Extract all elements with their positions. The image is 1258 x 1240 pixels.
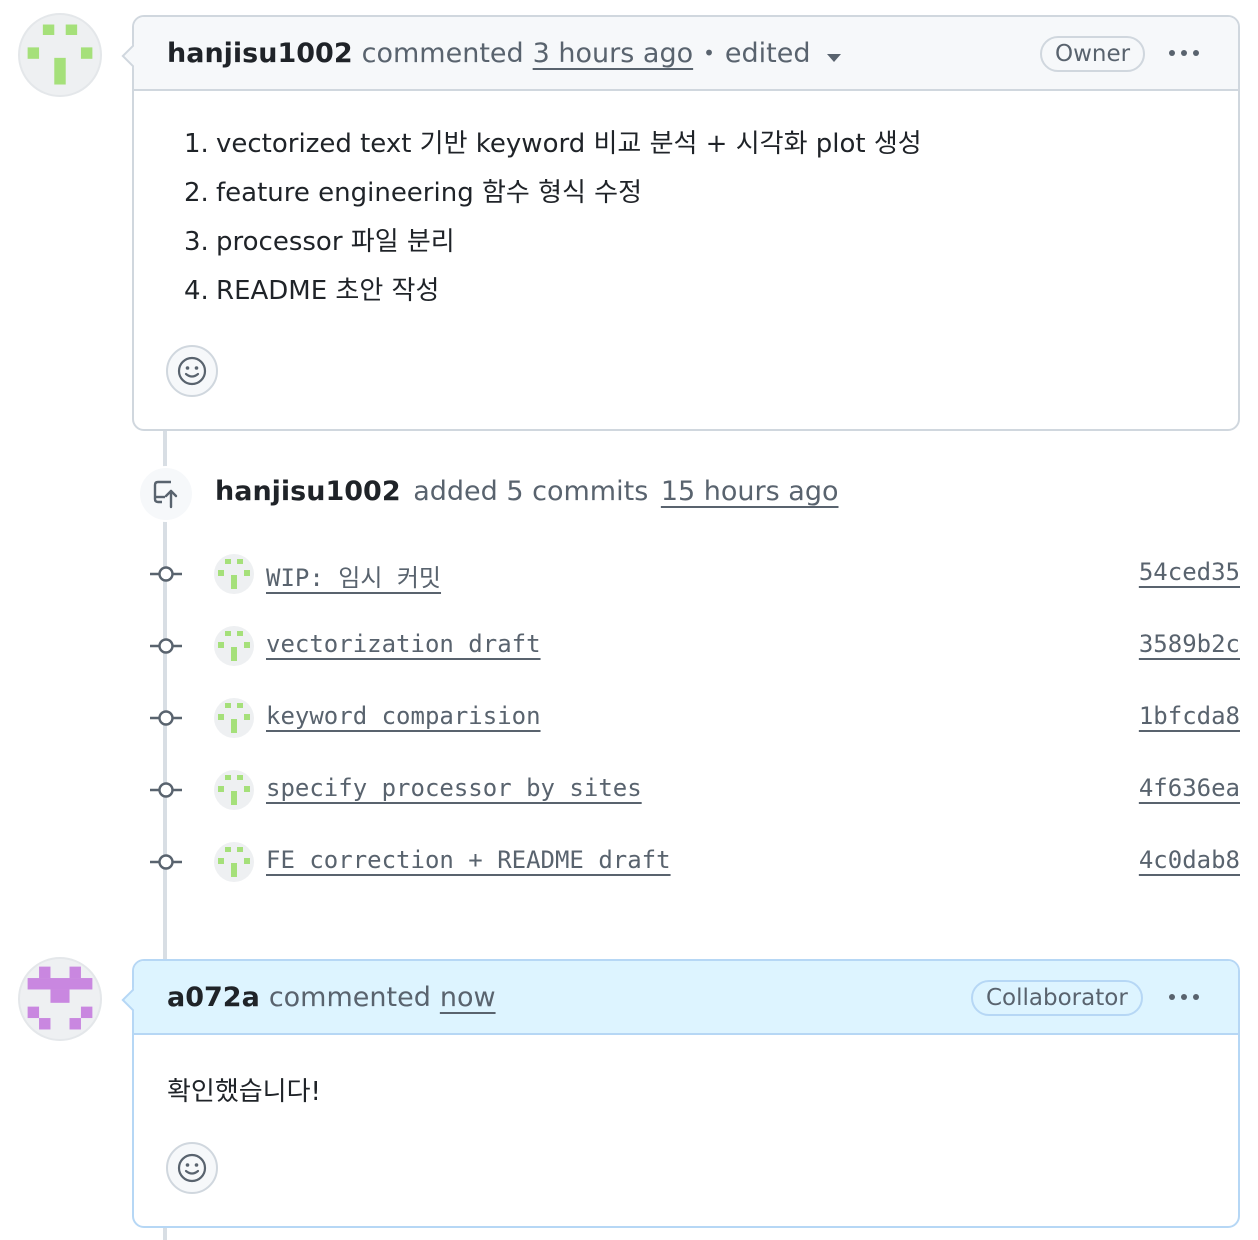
smiley-icon — [177, 1153, 207, 1183]
event-author[interactable]: hanjisu1002 — [215, 476, 401, 507]
commit-message-link[interactable]: FE correction + README draft — [266, 846, 671, 874]
comment-action: commented — [361, 37, 524, 69]
separator-dot: • — [703, 41, 715, 65]
commit-row: FE correction + README draft 4c0dab8 — [148, 842, 1240, 882]
list-item: 2. feature engineering 함수 형식 수정 — [184, 178, 643, 208]
commit-sha-link[interactable]: 3589b2c — [1139, 630, 1240, 658]
comment-text: 확인했습니다! — [167, 1077, 321, 1107]
commit-author-avatar[interactable] — [214, 554, 254, 594]
comment-header: hanjisu1002 commented 3 hours ago • edit… — [134, 17, 1238, 91]
add-reaction-button[interactable] — [166, 345, 218, 397]
commit-sha-link[interactable]: 4c0dab8 — [1139, 846, 1240, 874]
smiley-icon — [177, 356, 207, 386]
commit-row: vectorization draft 3589b2c — [148, 626, 1240, 666]
timeline-connector — [163, 1228, 167, 1240]
event-timestamp[interactable]: 15 hours ago — [661, 476, 839, 507]
add-reaction-button[interactable] — [166, 1142, 218, 1194]
commits-added-event: hanjisu1002 added 5 commits 15 hours ago — [138, 466, 1240, 526]
list-item: 4. README 초안 작성 — [184, 276, 440, 306]
comment-author[interactable]: hanjisu1002 — [167, 38, 353, 69]
edited-dropdown[interactable]: edited — [725, 38, 841, 69]
git-commit-icon — [150, 638, 182, 654]
comment-action: commented — [268, 981, 431, 1013]
task-list: 1. vectorized text 기반 keyword 비교 분석 + 시각화… — [134, 91, 1238, 323]
commit-message-link[interactable]: WIP: 임시 커밋 — [266, 558, 441, 593]
commit-message-link[interactable]: keyword comparision — [266, 702, 541, 730]
comment-card: a072a commented now Collaborator 확인했습니다! — [132, 959, 1240, 1228]
comment-timestamp[interactable]: 3 hours ago — [533, 38, 693, 69]
edited-label: edited — [724, 37, 811, 69]
avatar-hanjisu1002[interactable] — [18, 13, 102, 97]
commit-message-link[interactable]: vectorization draft — [266, 630, 541, 658]
avatar-a072a[interactable] — [18, 957, 102, 1041]
commit-message-link[interactable]: specify processor by sites — [266, 774, 642, 802]
list-item: 1. vectorized text 기반 keyword 비교 분석 + 시각화… — [184, 129, 922, 159]
comment-timestamp[interactable]: now — [440, 982, 496, 1013]
commit-row: keyword comparision 1bfcda8 — [148, 698, 1240, 738]
commits-event-text: hanjisu1002 added 5 commits 15 hours ago — [215, 476, 839, 507]
comment-author[interactable]: a072a — [167, 982, 260, 1013]
repo-push-icon — [138, 466, 194, 522]
comment-header: a072a commented now Collaborator — [134, 961, 1238, 1035]
comment-body: 1. vectorized text 기반 keyword 비교 분석 + 시각화… — [134, 91, 1238, 397]
kebab-horizontal-icon[interactable] — [1164, 37, 1204, 69]
owner-badge: Owner — [1040, 36, 1146, 72]
commit-author-avatar[interactable] — [214, 698, 254, 738]
commit-sha-link[interactable]: 4f636ea — [1139, 774, 1240, 802]
kebab-horizontal-icon[interactable] — [1164, 981, 1204, 1013]
collaborator-badge: Collaborator — [971, 980, 1143, 1016]
git-commit-icon — [150, 854, 182, 870]
git-commit-icon — [150, 782, 182, 798]
commit-row: specify processor by sites 4f636ea — [148, 770, 1240, 810]
comment-card: hanjisu1002 commented 3 hours ago • edit… — [132, 15, 1240, 431]
commit-author-avatar[interactable] — [214, 626, 254, 666]
triangle-down-icon — [826, 53, 841, 62]
event-action: added 5 commits — [413, 476, 649, 507]
commit-author-avatar[interactable] — [214, 842, 254, 882]
commit-author-avatar[interactable] — [214, 770, 254, 810]
list-item: 3. processor 파일 분리 — [184, 227, 455, 257]
commit-sha-link[interactable]: 1bfcda8 — [1139, 702, 1240, 730]
git-commit-icon — [150, 710, 182, 726]
git-commit-icon — [150, 566, 182, 582]
commit-sha-link[interactable]: 54ced35 — [1139, 558, 1240, 586]
commit-row: WIP: 임시 커밋 54ced35 — [148, 554, 1240, 594]
